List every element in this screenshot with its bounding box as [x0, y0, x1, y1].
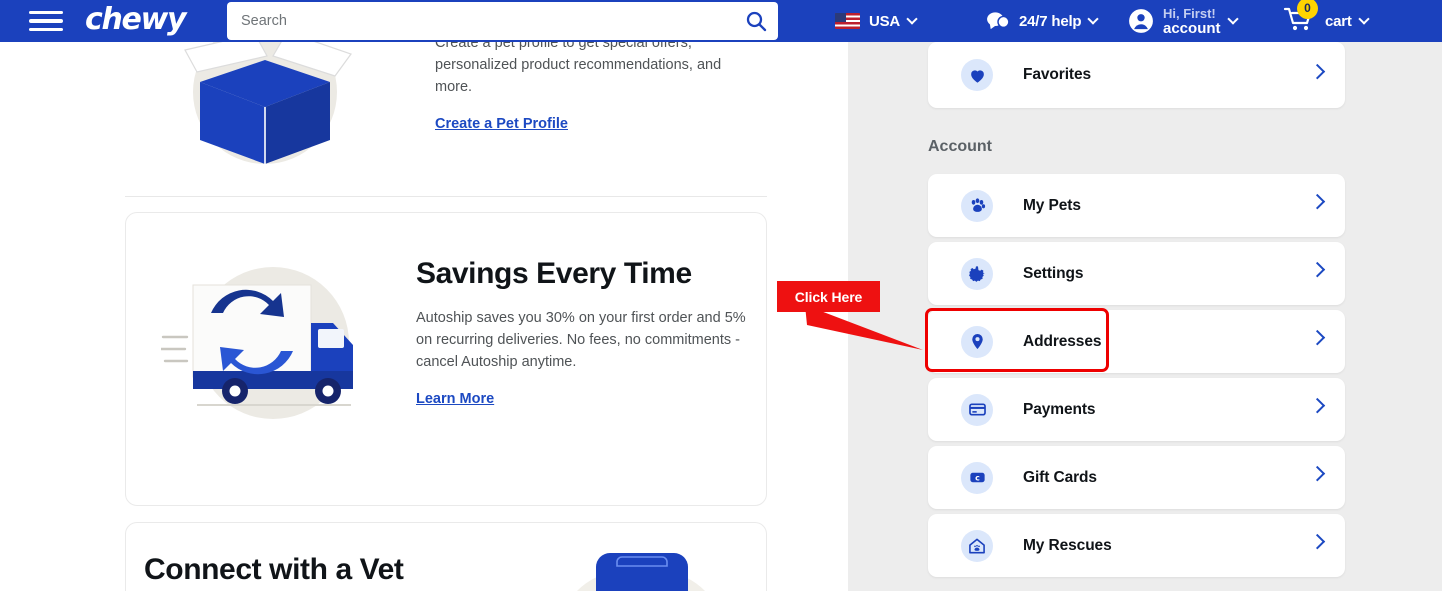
region-selector[interactable]: USA	[835, 0, 918, 42]
savings-body: Autoship saves you 30% on your first ord…	[416, 310, 746, 370]
gift-card-icon: c	[961, 461, 993, 494]
cart-label: cart	[1325, 12, 1352, 30]
sidebar-item-my-rescues[interactable]: My Rescues	[928, 514, 1345, 577]
cart-menu[interactable]: 0 cart	[1283, 0, 1370, 42]
sidebar-item-settings[interactable]: Settings	[928, 242, 1345, 305]
click-here-callout: Click Here	[777, 281, 880, 312]
site-header: chewy USA 24/7 help	[0, 0, 1442, 42]
sidebar-item-label: Gift Cards	[1023, 468, 1097, 486]
sidebar-item-label: My Pets	[1023, 196, 1081, 214]
search-icon[interactable]	[744, 9, 768, 33]
help-label: 24/7 help	[1019, 12, 1082, 30]
search-input[interactable]	[241, 2, 721, 40]
sidebar-item-my-pets[interactable]: My Pets	[928, 174, 1345, 237]
savings-title: Savings Every Time	[416, 257, 692, 290]
main-content-area: Create a pet profile to get special offe…	[0, 0, 848, 591]
rescue-house-paw-icon	[961, 529, 993, 562]
chevron-right-icon	[1309, 533, 1326, 550]
heart-icon	[961, 59, 993, 91]
chevron-right-icon	[1309, 465, 1326, 482]
hamburger-menu-icon[interactable]	[29, 9, 63, 33]
callout-label: Click Here	[794, 288, 863, 305]
usa-flag-icon	[835, 13, 860, 29]
chevron-right-icon	[1309, 63, 1326, 79]
sidebar-item-label: Settings	[1023, 264, 1084, 282]
gear-icon	[961, 257, 993, 290]
svg-text:c: c	[975, 474, 980, 483]
chevron-right-icon	[1309, 329, 1326, 346]
vet-card: Connect with a Vet	[125, 522, 767, 591]
sidebar-item-payments[interactable]: Payments	[928, 378, 1345, 441]
account-menu[interactable]: Hi, First! account	[1128, 0, 1239, 42]
sidebar-item-label: Favorites	[1023, 66, 1092, 83]
create-pet-profile-link[interactable]: Create a Pet Profile	[435, 116, 568, 132]
vet-text-block: Connect with a Vet	[144, 553, 404, 587]
chevron-down-icon	[1087, 13, 1100, 25]
paw-icon	[961, 189, 993, 222]
account-greeting: Hi, First!	[1163, 6, 1216, 21]
vet-title: Connect with a Vet	[144, 553, 404, 586]
cart-count-badge: 0	[1297, 0, 1318, 19]
chewy-logo[interactable]: chewy	[85, 2, 187, 37]
chevron-down-icon	[1226, 13, 1239, 25]
chevron-down-icon	[906, 13, 918, 25]
help-menu[interactable]: 24/7 help	[985, 0, 1100, 42]
chevron-right-icon	[1309, 261, 1326, 278]
sidebar-item-label: My Rescues	[1023, 536, 1112, 554]
account-sidebar: Favorites Account My Pets Settings Addre…	[848, 0, 1442, 591]
region-label: USA	[869, 12, 901, 30]
credit-card-icon	[961, 393, 993, 426]
sidebar-item-label: Addresses	[1023, 332, 1102, 350]
sidebar-item-label: Payments	[1023, 400, 1096, 418]
callout-tail	[805, 305, 923, 350]
sidebar-item-addresses[interactable]: Addresses	[928, 310, 1345, 373]
autoship-delivery-truck-illustration	[161, 267, 353, 419]
learn-more-link[interactable]: Learn More	[416, 391, 494, 407]
section-divider	[125, 196, 767, 197]
sidebar-item-favorites[interactable]: Favorites	[928, 42, 1345, 108]
search-bar	[227, 2, 778, 40]
sidebar-item-gift-cards[interactable]: c Gift Cards	[928, 446, 1345, 509]
sidebar-section-account: Account	[928, 138, 992, 155]
vet-phone-illustration	[577, 553, 705, 591]
person-icon	[1129, 9, 1153, 33]
chat-bubble-icon	[987, 12, 1010, 30]
chevron-right-icon	[1309, 193, 1326, 210]
savings-card: Savings Every Time Autoship saves you 30…	[125, 212, 767, 506]
savings-text-block: Savings Every Time Autoship saves you 30…	[416, 255, 751, 408]
page-root: Create a pet profile to get special offe…	[0, 0, 1442, 591]
pet-profile-text-block: Create a pet profile to get special offe…	[435, 32, 755, 133]
account-label: account	[1163, 20, 1221, 37]
location-pin-icon	[961, 325, 993, 358]
chevron-right-icon	[1309, 397, 1326, 414]
chevron-down-icon	[1358, 13, 1370, 25]
